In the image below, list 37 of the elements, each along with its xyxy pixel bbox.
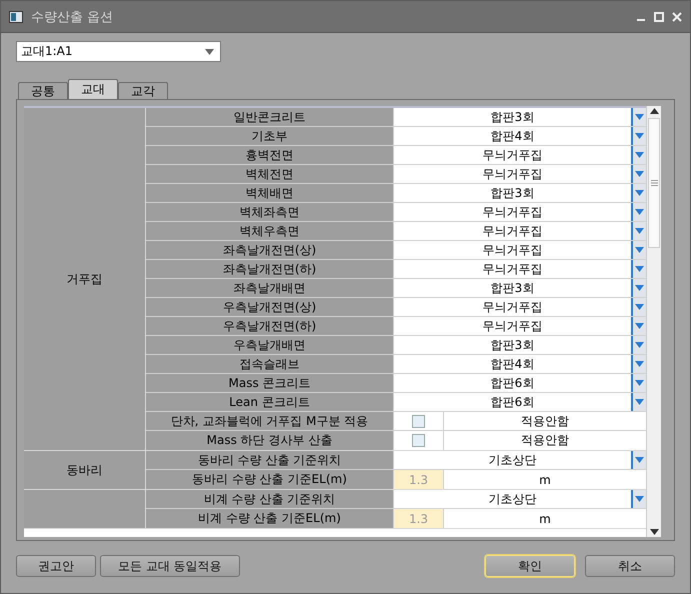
property-label: 우측날개전면(하)	[146, 317, 394, 335]
property-label: 기초부	[146, 127, 394, 145]
option-value: 적용안함	[520, 432, 570, 449]
group-label: 동바리	[24, 451, 146, 489]
property-label: Mass 콘크리트	[146, 374, 394, 392]
property-label: 좌측날개전면(하)	[146, 260, 394, 278]
property-label: Mass 하단 경사부 산출	[146, 431, 394, 450]
action-button[interactable]: 모든 교대 동일적용	[100, 555, 240, 577]
property-label: 일반콘크리트	[146, 108, 394, 126]
property-label: 비계 수량 산출 기준위치	[146, 490, 394, 508]
property-label: 동바리 수량 산출 기준EL(m)	[146, 470, 394, 489]
property-label: 좌측날개전면(상)	[146, 241, 394, 259]
property-label: 좌측날개배면	[146, 279, 394, 297]
property-label: 우측날개배면	[146, 336, 394, 354]
property-label: 비계 수량 산출 기준EL(m)	[146, 509, 394, 528]
property-label: Lean 콘크리트	[146, 393, 394, 411]
dialog-button[interactable]: 취소	[585, 555, 675, 577]
unit-label: m	[538, 512, 552, 526]
bridge-select[interactable]: 교대1:A1	[16, 41, 221, 62]
property-label: 벽체좌측면	[146, 203, 394, 221]
property-label: 단차, 교좌블럭에 거푸집 M구분 적용	[146, 412, 394, 430]
group-label: 거푸집	[24, 108, 146, 450]
property-label: 접속슬래브	[146, 355, 394, 373]
option-value: 적용안함	[520, 412, 570, 430]
property-label: 벽체배면	[146, 184, 394, 202]
property-label: 우측날개전면(상)	[146, 298, 394, 316]
tab[interactable]: 교각	[118, 82, 168, 99]
window-title: 수량산출 옵션	[31, 8, 114, 26]
action-button[interactable]: 권고안	[16, 555, 96, 577]
property-label: 벽체전면	[146, 165, 394, 183]
tab[interactable]: 교대	[68, 79, 118, 99]
property-label: 동바리 수량 산출 기준위치	[146, 451, 394, 469]
property-label: 벽체우측면	[146, 222, 394, 240]
dialog-button[interactable]: 확인	[485, 555, 575, 577]
tab[interactable]: 공통	[18, 82, 68, 99]
property-label: 흉벽전면	[146, 146, 394, 164]
unit-label: m	[538, 472, 552, 486]
